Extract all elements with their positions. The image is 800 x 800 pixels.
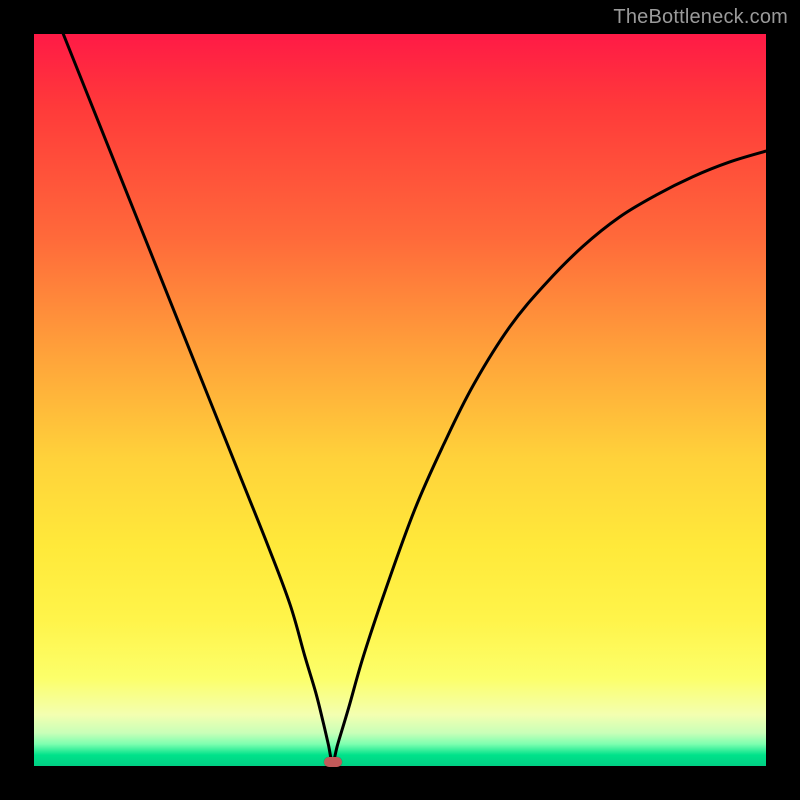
watermark-text: TheBottleneck.com [613, 6, 788, 29]
plot-area [34, 34, 766, 766]
chart-frame: TheBottleneck.com [0, 0, 800, 800]
bottleneck-curve [34, 34, 766, 766]
minimum-marker [324, 757, 342, 767]
